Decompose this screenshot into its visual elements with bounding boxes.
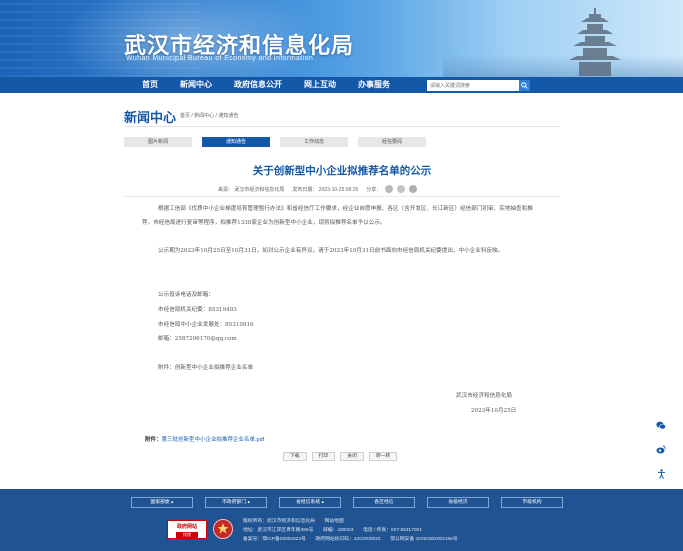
weibo-icon[interactable] <box>655 445 667 457</box>
footer-links: 国家部委 ▴ 市政府部门 ▴ 省经信系统 ▴ 各区经信 省级经济 市级机构 <box>131 497 575 508</box>
party-emblem-logo[interactable] <box>213 519 233 539</box>
nav-interaction[interactable]: 网上互动 <box>304 77 336 93</box>
footer-link-provincial-economy[interactable]: 省级经济 <box>427 497 489 508</box>
article-meta: 来源： 武汉市经济和信息化局 发布日期： 2023-10-25 09:25 分享… <box>218 185 421 193</box>
contact-email: 邮箱：2587206170@qq.com <box>158 336 237 342</box>
weibo-icon[interactable] <box>397 185 406 193</box>
header-banner: 武汉市经济和信息化局 Wuhan Municipal Bureau of Eco… <box>0 0 683 77</box>
footer-copyright: 版权所有：武汉市经济和信息化局 网站地图 <box>243 519 344 524</box>
attachment-note: 附件：创新型中小企业拟推荐企业名单 <box>158 365 254 371</box>
footer-link-ministries[interactable]: 国家部委 ▴ <box>131 497 193 508</box>
signature-org: 武汉市经济和信息化局 <box>456 393 512 399</box>
site-subtitle: Wuhan Municipal Bureau of Economy and In… <box>126 55 314 62</box>
footer-address: 地址：武汉市江岸区青年路366号 邮编：430023 电话 / 传真：027-8… <box>243 528 422 533</box>
section-title: 新闻中心 <box>124 111 177 126</box>
gov-site-error-report-logo[interactable]: 政府网站 找错 <box>167 520 207 539</box>
article-divider <box>124 196 560 197</box>
footer-link-city-orgs[interactable]: 市级机构 <box>501 497 563 508</box>
qq-icon[interactable] <box>409 185 418 193</box>
print-button[interactable]: 打印 <box>311 452 336 461</box>
nav-gov-info[interactable]: 政府信息公开 <box>234 77 282 93</box>
article-paragraph-1: 根据工信部《优质中小企业梯度培育管理暂行办法》和省经信厅工作要求，经企业自愿申报… <box>142 206 533 226</box>
main-nav: 首页 新闻中心 政府信息公开 网上互动 办事服务 <box>0 77 683 93</box>
tab-key-news[interactable]: 经信要闻 <box>358 137 426 147</box>
share-label: 分享： <box>366 186 382 193</box>
nav-services[interactable]: 办事服务 <box>358 77 390 93</box>
section-divider <box>124 126 560 127</box>
article-date: 发布日期： 2023-10-25 09:25 <box>292 186 359 193</box>
close-button[interactable]: 关闭 <box>340 452 364 461</box>
contact-line-1: 市经信局机关纪委：85319493 <box>158 307 237 313</box>
search-input[interactable] <box>427 80 519 91</box>
contact-title: 公示投诉电话及邮箱： <box>158 292 214 298</box>
forward-button[interactable]: 转一转 <box>368 452 398 461</box>
tab-work-updates[interactable]: 工作动态 <box>280 137 348 147</box>
footer-link-city-depts[interactable]: 市政府部门 ▴ <box>205 497 267 508</box>
breadcrumb[interactable]: 首页 / 新闻中心 / 通知通告 <box>180 112 238 119</box>
article-source: 来源： 武汉市经济和信息化局 <box>218 186 285 193</box>
nav-home[interactable]: 首页 <box>142 77 158 93</box>
tab-photo-news[interactable]: 图片新闻 <box>124 137 192 147</box>
wechat-icon[interactable] <box>655 421 667 433</box>
article-title: 关于创新型中小企业拟推荐名单的公示 <box>252 165 432 177</box>
attachment-link[interactable]: 第三批创新型中小企业拟推荐企业名单.pdf <box>162 437 265 443</box>
accessibility-icon[interactable] <box>655 469 667 481</box>
search-icon[interactable] <box>519 80 530 91</box>
search-box <box>427 80 530 91</box>
attachment-row: 附件：第三批创新型中小企业拟推荐企业名单.pdf <box>145 435 264 443</box>
footer-record: 备案号：鄂ICP备20001623号 政府网站标识码：4201000022 鄂公… <box>243 537 458 542</box>
nav-news-center[interactable]: 新闻中心 <box>180 77 212 93</box>
attachment-label: 附件： <box>145 437 162 443</box>
tab-notices[interactable]: 通知通告 <box>202 137 270 147</box>
footer-link-districts[interactable]: 各区经信 <box>353 497 415 508</box>
news-tabs: 图片新闻 通知通告 工作动态 经信要闻 <box>124 137 436 147</box>
wechat-icon[interactable] <box>385 185 394 193</box>
article-paragraph-2: 公示期为2023年10月25日至10月31日，如对公示企业有异议，请于2023年… <box>158 248 504 254</box>
signature-date: 2023年10月25日 <box>471 408 517 414</box>
footer-link-province[interactable]: 省经信系统 ▴ <box>279 497 341 508</box>
contact-line-2: 市经信局中小企业发展处：85310916 <box>158 322 254 328</box>
article-actions: 下载 打印 关闭 转一转 <box>283 452 402 461</box>
download-button[interactable]: 下载 <box>283 452 307 461</box>
yellow-crane-tower-icon <box>569 8 621 76</box>
